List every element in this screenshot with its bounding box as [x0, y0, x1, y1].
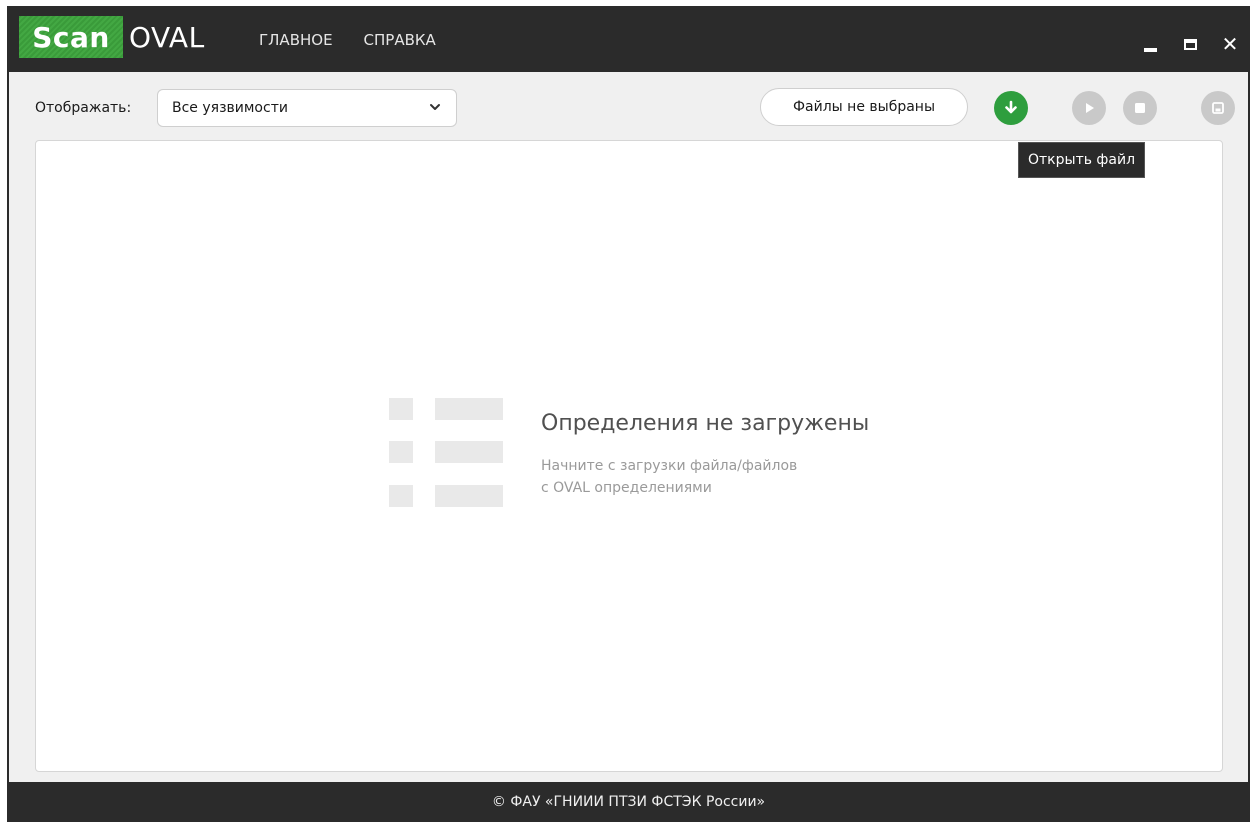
app-window: Scan OVAL ГЛАВНОЕ СПРАВКА ✕ Отображать: …: [7, 6, 1250, 822]
filter-select-value: Все уязвимости: [172, 100, 288, 116]
open-file-button[interactable]: [994, 91, 1028, 125]
definitions-panel: Определения не загружены Начните с загру…: [35, 140, 1223, 772]
maximize-icon: [1183, 38, 1197, 50]
play-button[interactable]: [1072, 91, 1106, 125]
filter-select[interactable]: Все уязвимости: [157, 89, 457, 127]
save-icon: [1212, 102, 1224, 114]
content-frame: Отображать: Все уязвимости Файлы не выбр…: [7, 72, 1250, 782]
placeholder-row: [389, 398, 503, 420]
window-controls: ✕: [1130, 24, 1250, 64]
maximize-button[interactable]: [1170, 24, 1210, 64]
chevron-down-icon: [430, 104, 440, 110]
app-logo: Scan OVAL: [19, 16, 231, 58]
close-icon: ✕: [1221, 32, 1239, 56]
empty-state-subtitle-line: с OVAL определениями: [541, 480, 712, 496]
download-arrow-icon: [1005, 100, 1017, 114]
footer: © ФАУ «ГНИИИ ПТЗИ ФСТЭК России»: [491, 794, 766, 810]
menu-item-help[interactable]: СПРАВКА: [364, 31, 436, 49]
logo-oval-text: OVAL: [129, 20, 205, 54]
stop-button[interactable]: [1123, 91, 1157, 125]
minimize-button[interactable]: [1130, 24, 1170, 64]
save-button[interactable]: [1201, 91, 1235, 125]
empty-state-title: Определения не загружены: [541, 411, 870, 436]
show-label: Отображать:: [35, 100, 132, 116]
files-button[interactable]: Файлы не выбраны: [760, 88, 968, 126]
main-menu: ГЛАВНОЕ СПРАВКА: [259, 31, 436, 49]
placeholder-row: [389, 441, 503, 463]
stop-icon: [1135, 103, 1145, 113]
title-bar: Scan OVAL ГЛАВНОЕ СПРАВКА ✕: [7, 6, 1250, 72]
minimize-icon: [1143, 48, 1157, 52]
logo-scan-text: Scan: [19, 16, 123, 58]
empty-state-subtitle-line: Начните с загрузки файла/файлов: [541, 458, 798, 474]
menu-item-main[interactable]: ГЛАВНОЕ: [259, 31, 333, 49]
toolbar: Отображать: Все уязвимости Файлы не выбр…: [9, 72, 1248, 178]
open-file-tooltip: Открыть файл: [1018, 142, 1146, 178]
play-icon: [1086, 103, 1094, 113]
close-button[interactable]: ✕: [1210, 24, 1250, 64]
empty-state-subtitle: Начните с загрузки файла/файлов с OVAL о…: [541, 455, 797, 499]
placeholder-row: [389, 485, 503, 507]
